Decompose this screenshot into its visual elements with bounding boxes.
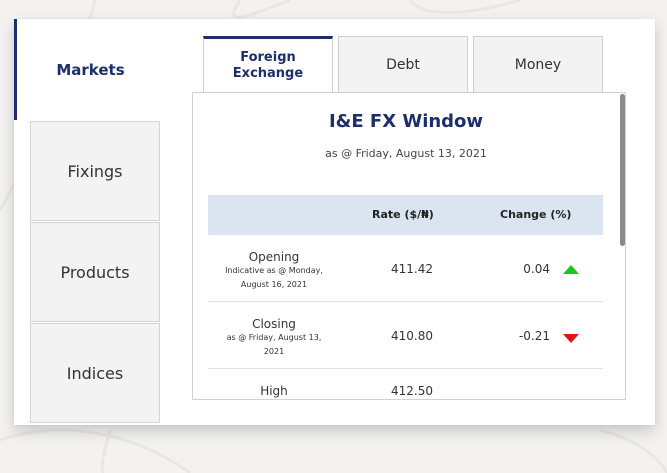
row-label: Closing	[252, 317, 296, 331]
row-note-line1: as @ Friday, August 13,	[226, 333, 322, 342]
sidebar-item-products[interactable]: Products	[30, 222, 160, 322]
sidebar-item-label: Markets	[56, 60, 125, 79]
table-row: High 412.50	[208, 369, 603, 399]
card-scrollbar[interactable]	[620, 94, 625, 246]
row-label: High	[260, 384, 288, 398]
change-value: 0.04	[523, 262, 550, 276]
tab-money[interactable]: Money	[473, 36, 603, 93]
rate-value: 410.80	[391, 329, 433, 343]
table-row: Closing as @ Friday, August 13, 2021 410…	[208, 302, 603, 369]
tab-foreign-exchange[interactable]: Foreign Exchange	[203, 36, 333, 93]
triangle-up-icon	[563, 265, 579, 274]
tab-label-line1: Foreign	[240, 49, 296, 65]
sidebar-item-indices[interactable]: Indices	[30, 323, 160, 423]
row-note-line2: 2021	[263, 347, 285, 356]
rate-value: 411.42	[391, 262, 433, 276]
change-value: -0.21	[518, 329, 550, 343]
fx-window-card: I&E FX Window as @ Friday, August 13, 20…	[192, 92, 626, 400]
card-title: I&E FX Window	[328, 111, 484, 132]
row-note-line1: Indicative as @ Monday,	[225, 266, 323, 275]
row-label: Opening	[248, 250, 300, 264]
triangle-down-icon	[563, 334, 579, 343]
row-note-line2: August 16, 2021	[240, 280, 308, 289]
card-subtitle: as @ Friday, August 13, 2021	[325, 147, 487, 160]
sidebar-item-label: Indices	[66, 363, 124, 383]
rate-column-header: Rate ($/₦)	[372, 208, 434, 221]
change-column-header: Change (%)	[500, 208, 572, 221]
row-note: Indicative as @ Monday, August 16, 2021	[208, 264, 340, 292]
tab-label: Money	[514, 56, 562, 73]
sidebar-item-label: Fixings	[67, 161, 123, 181]
row-note: as @ Friday, August 13, 2021	[208, 331, 340, 359]
tab-label-line2: Exchange	[232, 65, 304, 81]
table-row: Opening Indicative as @ Monday, August 1…	[208, 235, 603, 302]
rate-value: 412.50	[391, 384, 433, 398]
sidebar-item-markets[interactable]: Markets	[14, 19, 164, 120]
sidebar-item-label: Products	[60, 262, 130, 282]
sidebar-item-fixings[interactable]: Fixings	[30, 121, 160, 221]
table-header: Rate ($/₦) Change (%)	[208, 195, 603, 235]
tab-label: Debt	[386, 56, 420, 73]
tab-debt[interactable]: Debt	[338, 36, 468, 93]
